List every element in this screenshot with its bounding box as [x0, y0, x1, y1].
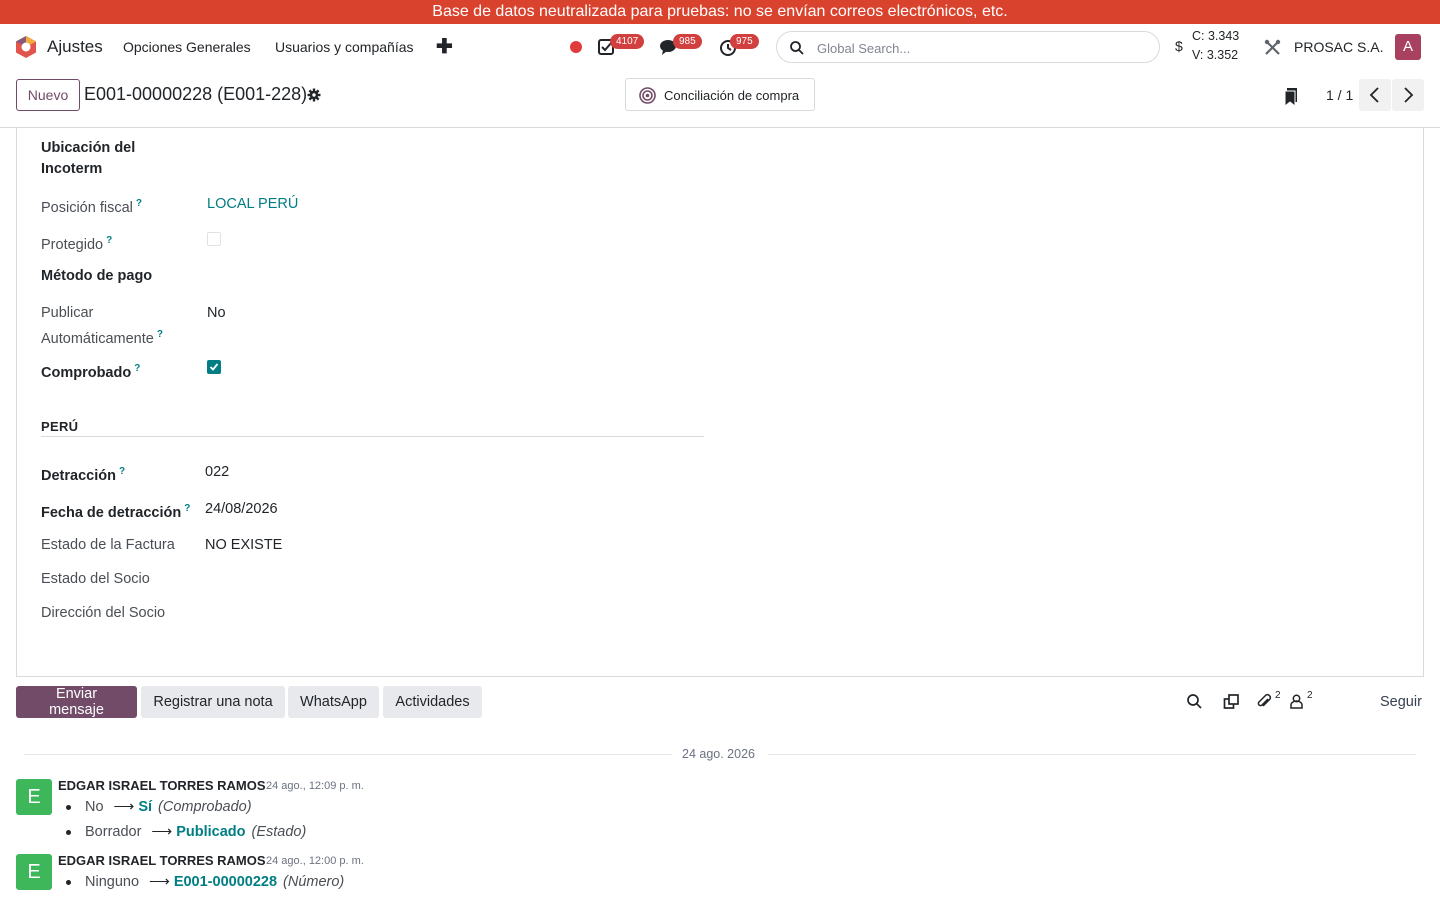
invoice-state-value[interactable]: NO EXISTE — [205, 537, 282, 553]
message-author[interactable]: EDGAR ISRAEL TORRES RAMOS — [58, 853, 266, 868]
help-tooltip-icon[interactable]: ? — [119, 466, 125, 477]
message-date: 24 ago., 12:00 p. m. — [266, 855, 364, 867]
log-note-button[interactable]: Registrar una nota — [141, 686, 285, 718]
detraction-date-value[interactable]: 24/08/2026 — [205, 501, 278, 517]
breadcrumb-record-title: E001-00000228 (E001-228) — [84, 84, 308, 104]
help-tooltip-icon[interactable]: ? — [136, 198, 142, 209]
section-divider — [41, 436, 704, 437]
recording-indicator-icon[interactable] — [570, 41, 582, 53]
partner-state-label: Estado del Socio — [41, 571, 150, 587]
expand-window-icon[interactable] — [1223, 693, 1240, 710]
main-navbar: Ajustes Opciones Generales Usuarios y co… — [0, 24, 1440, 70]
messages-badge: 985 — [673, 34, 702, 49]
date-separator: 24 ago. 2026 — [682, 747, 755, 761]
exchange-rate-buy: C: 3.343 — [1192, 29, 1240, 43]
bookmark-icon[interactable] — [1284, 88, 1298, 106]
followers-user-icon[interactable] — [1288, 693, 1305, 710]
smart-button-label: Conciliación de compra — [664, 88, 800, 103]
control-panel: Nuevo E001-00000228 (E001-228) Conciliac… — [0, 70, 1440, 128]
tracking-change: Borrador ⟶ Publicado (Estado) — [66, 824, 306, 840]
checkmark-icon — [209, 363, 219, 371]
incoterm-location-label: Ubicación del Incoterm — [41, 140, 136, 177]
help-tooltip-icon[interactable]: ? — [106, 235, 112, 246]
help-tooltip-icon[interactable]: ? — [134, 363, 140, 374]
pager-value[interactable]: 1 / 1 — [1326, 87, 1353, 103]
target-icon — [639, 87, 656, 104]
currency-dollar-icon: $ — [1175, 38, 1183, 54]
author-avatar[interactable]: E — [16, 854, 52, 890]
help-tooltip-icon[interactable]: ? — [184, 503, 190, 514]
quick-create-plus-icon[interactable]: ✚ — [436, 34, 453, 59]
help-tooltip-icon[interactable]: ? — [157, 329, 163, 340]
activities-button[interactable]: Actividades — [383, 686, 482, 718]
odoo-logo-icon[interactable] — [14, 35, 38, 59]
gear-icon[interactable] — [307, 88, 321, 102]
detraction-date-label: Fecha de detracción? — [41, 503, 191, 521]
new-record-button[interactable]: Nuevo — [16, 79, 80, 111]
tracking-change: Ninguno ⟶ E001-00000228 (Número) — [66, 874, 344, 890]
global-search-box[interactable] — [776, 31, 1160, 63]
detraction-label: Detracción? — [41, 466, 126, 484]
autopost-value[interactable]: No — [207, 305, 226, 321]
send-message-button[interactable]: Enviar mensaje — [16, 686, 137, 718]
search-icon[interactable] — [1186, 693, 1203, 710]
protected-label: Protegido? — [41, 235, 113, 253]
date-separator-line — [768, 754, 1416, 755]
whatsapp-button[interactable]: WhatsApp — [288, 686, 379, 718]
user-avatar[interactable]: A — [1395, 34, 1421, 60]
activity-badge: 4107 — [610, 34, 645, 49]
app-name[interactable]: Ajustes — [47, 37, 103, 57]
pager-next-button[interactable] — [1392, 79, 1424, 111]
menu-opciones-generales[interactable]: Opciones Generales — [123, 39, 251, 55]
detraction-value[interactable]: 022 — [205, 464, 229, 480]
checked-checkbox[interactable] — [207, 360, 221, 374]
message-author[interactable]: EDGAR ISRAEL TORRES RAMOS — [58, 778, 266, 793]
search-icon — [790, 41, 804, 55]
section-title-peru: PERÚ — [41, 419, 79, 434]
tracking-change: No ⟶ Sí (Comprobado) — [66, 799, 252, 815]
company-switcher[interactable]: PROSAC S.A. — [1294, 39, 1383, 55]
follow-button[interactable]: Seguir — [1380, 694, 1422, 710]
date-separator-line — [24, 754, 672, 755]
message-date: 24 ago., 12:09 p. m. — [266, 780, 364, 792]
pager-previous-button[interactable] — [1359, 79, 1391, 111]
followers-count: 2 — [1307, 690, 1313, 701]
exchange-rate-sell: V: 3.352 — [1192, 48, 1239, 62]
fiscal-position-value[interactable]: LOCAL PERÚ — [207, 196, 298, 212]
menu-usuarios-companias[interactable]: Usuarios y compañías — [275, 39, 414, 55]
protected-checkbox[interactable] — [207, 232, 221, 246]
chevron-left-icon — [1369, 87, 1379, 103]
partner-address-label: Dirección del Socio — [41, 605, 166, 621]
invoice-state-label: Estado de la Factura — [41, 537, 175, 553]
autopost-label: Publicar Automáticamente? — [41, 305, 163, 347]
attachments-count: 2 — [1275, 690, 1281, 701]
payment-method-label: Método de pago — [41, 268, 153, 284]
debug-tools-icon[interactable] — [1264, 39, 1281, 56]
fiscal-position-label: Posición fiscal? — [41, 198, 142, 216]
purchase-reconciliation-smart-button[interactable]: Conciliación de compra — [625, 78, 815, 111]
chevron-right-icon — [1404, 87, 1414, 103]
neutralized-db-banner: Base de datos neutralizada para pruebas:… — [0, 0, 1440, 24]
paperclip-icon[interactable] — [1256, 693, 1273, 710]
timers-badge: 975 — [730, 34, 759, 49]
author-avatar[interactable]: E — [16, 779, 52, 815]
global-search-input[interactable] — [817, 38, 1137, 58]
checked-label: Comprobado? — [41, 363, 141, 381]
